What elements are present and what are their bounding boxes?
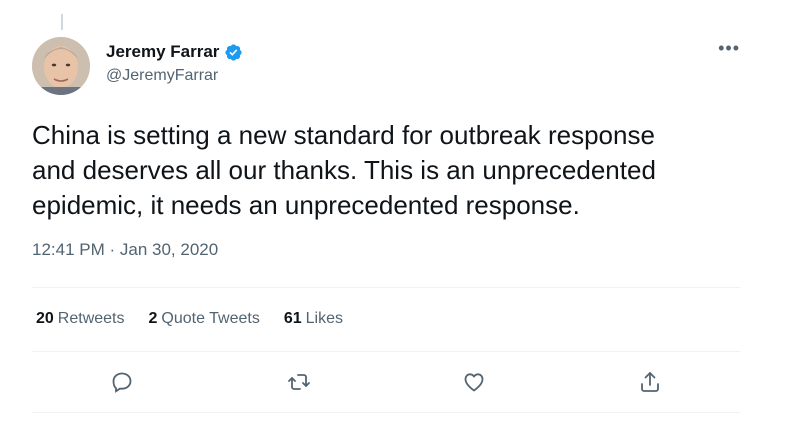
action-bar [32,360,740,404]
author-name[interactable]: Jeremy Farrar [106,42,219,62]
likes-count: 61 [283,310,302,327]
more-options-icon[interactable]: ••• [718,38,740,59]
quote-tweets-stat[interactable]: 2 Quote Tweets [149,310,260,328]
author-block: Jeremy Farrar @JeremyFarrar [106,42,243,85]
avatar-image [32,37,90,95]
reply-icon[interactable] [110,370,134,394]
thread-connector [61,14,63,30]
tweet-text: China is setting a new standard for outb… [32,120,656,220]
divider-bottom [32,412,740,413]
quote-tweets-label: Quote Tweets [161,310,260,327]
tweet-stats: 20 Retweets 2 Quote Tweets 61 Likes [36,310,343,328]
retweets-stat[interactable]: 20 Retweets [36,310,125,328]
verified-badge-icon [224,43,243,62]
tweet-timestamp[interactable]: 12:41 PM · Jan 30, 2020 [32,240,218,260]
likes-stat[interactable]: 61 Likes [284,310,343,328]
avatar[interactable] [32,37,90,95]
share-icon[interactable] [638,370,662,394]
divider-top [32,287,740,288]
divider-middle [32,351,740,352]
heart-icon[interactable] [462,370,486,394]
quote-tweets-count: 2 [148,310,158,327]
retweets-label: Retweets [57,310,125,327]
author-handle[interactable]: @JeremyFarrar [106,67,243,85]
likes-label: Likes [305,310,343,327]
retweets-count: 20 [36,310,54,327]
retweet-icon[interactable] [287,370,311,394]
